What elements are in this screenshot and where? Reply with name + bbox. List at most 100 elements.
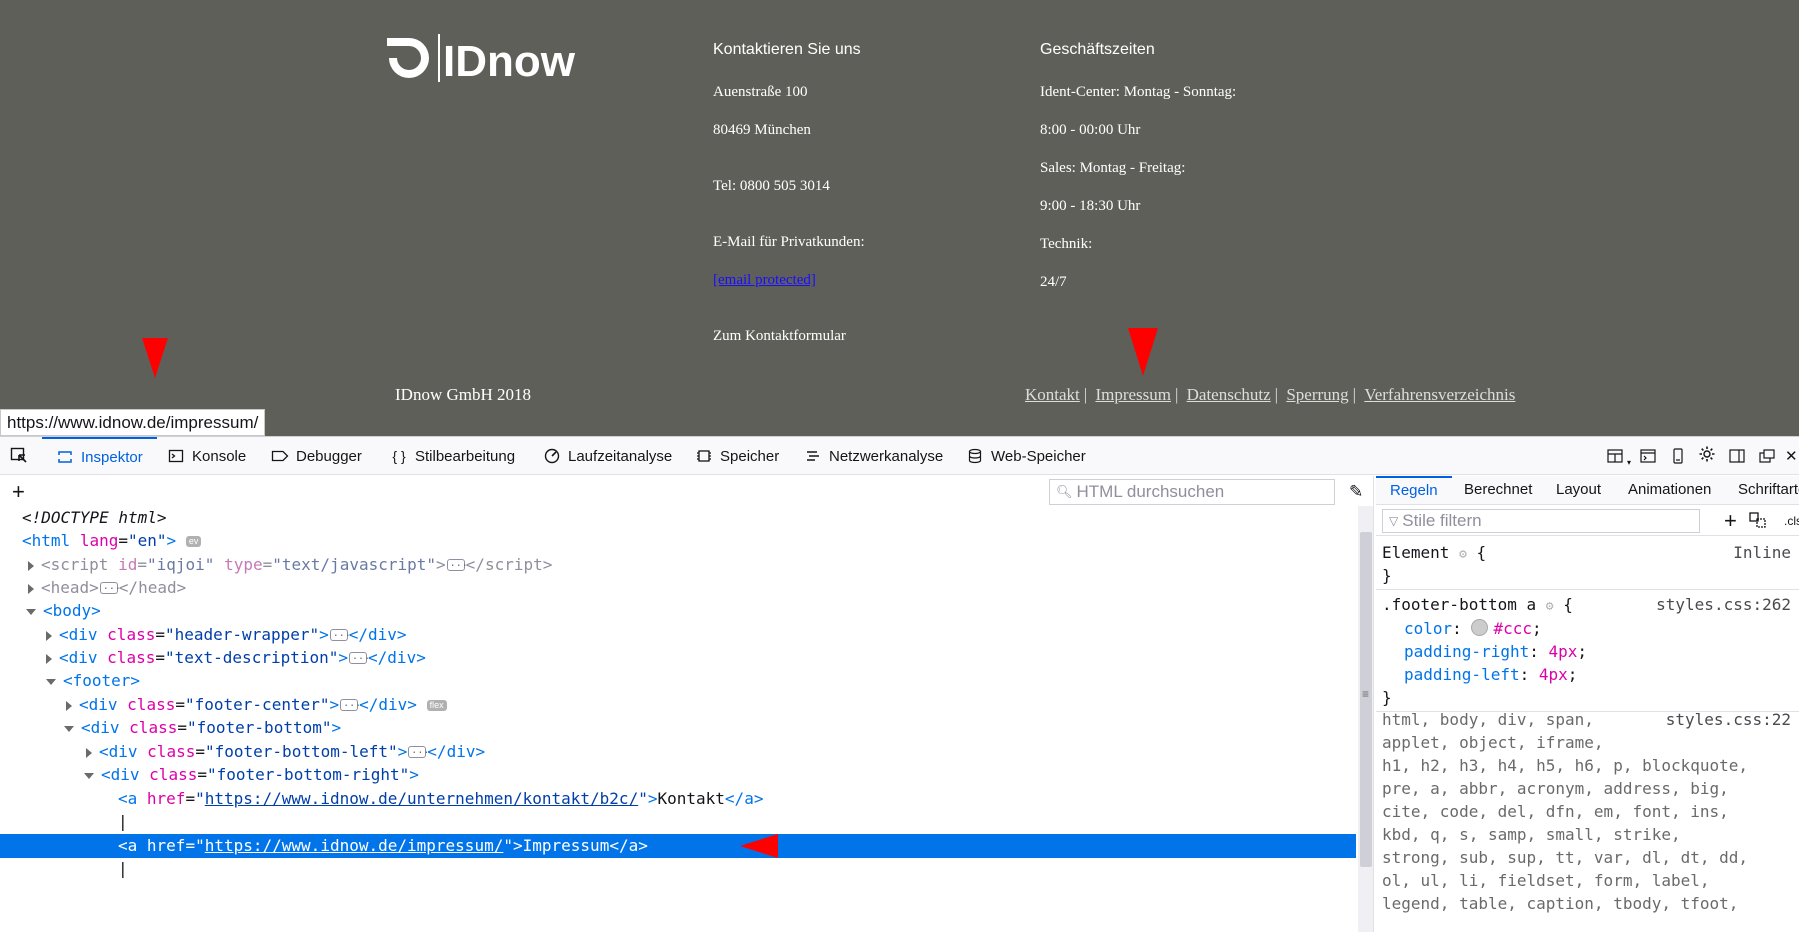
reset-rule-source-link[interactable]: styles.css:22 [1666, 708, 1791, 731]
footer-rule-selector[interactable]: .footer-bottom a ⚙ { [1382, 593, 1573, 616]
expand-twisty[interactable] [66, 700, 72, 711]
add-rule-button[interactable]: + [1724, 508, 1737, 534]
device-mode-icon[interactable] [1669, 447, 1687, 465]
tech-hours: 24/7 [1040, 274, 1067, 290]
rule-settings-icon[interactable]: ⚙ [1459, 547, 1467, 562]
collapsed-ellipsis[interactable] [349, 645, 370, 669]
split-console-icon[interactable] [1639, 447, 1657, 465]
color-swatch[interactable] [1471, 619, 1489, 636]
expand-twisty[interactable] [46, 630, 52, 641]
contact-form-link[interactable]: Zum Kontaktformular [713, 328, 846, 345]
scrollbar-thumb[interactable] [1360, 532, 1372, 867]
attr-value: footer-bottom [196, 718, 322, 737]
tree-node-link-kontakt[interactable]: <a href="https://www.idnow.de/unternehme… [0, 787, 1356, 811]
collapsed-ellipsis[interactable] [340, 692, 361, 716]
collapse-twisty[interactable] [46, 678, 56, 685]
tab-animationen[interactable]: Animationen [1628, 476, 1711, 505]
settings-gear-icon[interactable] [1698, 445, 1716, 463]
href-link[interactable]: https://www.idnow.de/impressum/ [205, 836, 504, 855]
tab-netzwerkanalyse[interactable]: Netzwerkanalyse [804, 437, 943, 475]
tab-debugger[interactable]: Debugger [271, 437, 362, 475]
collapse-twisty[interactable] [64, 725, 74, 732]
property-name[interactable]: padding-left [1404, 665, 1520, 684]
collapsed-ellipsis[interactable] [408, 739, 429, 763]
cls-toggle[interactable]: .cls [1784, 514, 1799, 528]
tab-label: Stilbearbeitung [415, 447, 516, 465]
tab-konsole[interactable]: Konsole [167, 437, 246, 475]
tree-node-html[interactable]: <html lang="en"> ev [0, 529, 1356, 553]
tree-node-footer[interactable]: <footer> [0, 669, 1356, 693]
declaration-padding-left[interactable]: padding-left: 4px; [1382, 663, 1577, 686]
footer-link-impressum[interactable]: Impressum [1091, 385, 1175, 404]
href-link[interactable]: https://www.idnow.de/unternehmen/kontakt… [205, 789, 638, 808]
tab-berechnet[interactable]: Berechnet [1464, 476, 1532, 505]
footer-link-kontakt[interactable]: Kontakt [1021, 385, 1084, 404]
dropdown-arrow-icon[interactable]: ▾ [1624, 457, 1634, 467]
attr-value: header-wrapper [174, 625, 310, 644]
tree-node-link-impressum-selected[interactable]: <a href="https://www.idnow.de/impressum/… [0, 834, 1356, 858]
collapse-twisty[interactable] [84, 772, 94, 779]
element-rule-selector: Element ⚙ { [1382, 543, 1487, 562]
element-picker-button[interactable] [10, 437, 34, 475]
expand-twisty[interactable] [28, 583, 34, 594]
contact-street: Auenstraße 100 [713, 84, 808, 100]
add-node-button[interactable]: + [12, 479, 25, 505]
close-icon[interactable]: ✕ [1785, 447, 1799, 465]
tab-inspektor[interactable]: Inspektor [42, 437, 157, 475]
tab-web-speicher[interactable]: Web-Speicher [966, 437, 1086, 475]
property-value[interactable]: 4px [1539, 665, 1568, 684]
tree-node-text-pipe[interactable]: | [0, 810, 1356, 834]
rules-list: Element ⚙ { Inline } .footer-bottom a ⚙ … [1376, 537, 1799, 932]
flex-badge[interactable]: flex [426, 700, 447, 711]
expand-twisty[interactable] [86, 747, 92, 758]
idnow-logo[interactable]: IDnow [385, 30, 585, 86]
footer-link-datenschutz[interactable]: Datenschutz [1183, 385, 1275, 404]
rule-settings-icon[interactable]: ⚙ [1546, 599, 1554, 614]
tree-node-footer-bottom-right[interactable]: <div class="footer-bottom-right"> [0, 763, 1356, 787]
expand-twisty[interactable] [46, 653, 52, 664]
declaration-color[interactable]: color: #ccc; [1382, 617, 1542, 640]
attr-value: text-description [174, 648, 329, 667]
tree-node-body[interactable]: <body> [0, 599, 1356, 623]
tab-stilbearbeitung[interactable]: { } Stilbearbeitung [390, 437, 515, 475]
collapse-twisty[interactable] [26, 608, 36, 615]
filter-styles-input[interactable]: ▽ Stile filtern [1382, 509, 1700, 533]
footer-rule-source-link[interactable]: styles.css:262 [1656, 593, 1791, 616]
tree-node-footer-center[interactable]: <div class="footer-center"></div> flex [0, 692, 1356, 717]
tree-node-doctype[interactable]: <!DOCTYPE html> [0, 506, 1356, 530]
eyedropper-icon[interactable]: ✎ [1349, 482, 1363, 502]
expand-twisty[interactable] [28, 560, 34, 571]
tree-node-text-description[interactable]: <div class="text-description"></div> [0, 645, 1356, 670]
collapsed-ellipsis[interactable] [99, 575, 121, 599]
print-simulation-icon[interactable] [1749, 512, 1767, 531]
markup-scrollbar[interactable] [1358, 506, 1373, 932]
dock-side-icon[interactable] [1728, 447, 1746, 465]
email-link[interactable]: [email protected] [713, 272, 816, 289]
tab-layout[interactable]: Layout [1556, 476, 1601, 505]
tree-node-script[interactable]: <script id="iqjoi" type="text/javascript… [0, 552, 1356, 577]
email-link-text[interactable]: [email protected] [713, 272, 816, 288]
property-value[interactable]: #ccc [1493, 619, 1532, 638]
property-name[interactable]: color [1404, 619, 1452, 638]
tree-node-head[interactable]: <head></head> [0, 575, 1356, 600]
tab-schriftarten[interactable]: Schriftarten [1738, 476, 1799, 505]
collapsed-ellipsis[interactable] [329, 622, 351, 646]
property-value[interactable]: 4px [1549, 642, 1578, 661]
tab-speicher[interactable]: Speicher [695, 437, 779, 475]
tree-node-footer-bottom[interactable]: <div class="footer-bottom"> [0, 716, 1356, 740]
tab-laufzeitanalyse[interactable]: Laufzeitanalyse [543, 437, 672, 475]
responsive-design-icon[interactable] [1606, 447, 1624, 465]
declaration-padding-right[interactable]: padding-right: 4px; [1382, 640, 1587, 663]
property-name[interactable]: padding-right [1404, 642, 1529, 661]
tree-node-text-pipe[interactable]: | [0, 857, 1356, 881]
collapsed-ellipsis[interactable] [446, 552, 468, 576]
footer-link-sperrung[interactable]: Sperrung [1282, 385, 1352, 404]
footer-link-verfahrensverzeichnis[interactable]: Verfahrensverzeichnis [1360, 385, 1519, 404]
html-search-input[interactable]: 🔍︎ HTML durchsuchen [1049, 479, 1335, 505]
tab-regeln[interactable]: Regeln [1376, 476, 1452, 505]
page-scrollbar[interactable] [1791, 0, 1799, 436]
event-badge[interactable]: ev [185, 536, 202, 547]
tree-node-header-wrapper[interactable]: <div class="header-wrapper"></div> [0, 622, 1356, 647]
tree-node-footer-bottom-left[interactable]: <div class="footer-bottom-left"></div> [0, 739, 1356, 764]
separate-window-icon[interactable] [1758, 447, 1776, 465]
